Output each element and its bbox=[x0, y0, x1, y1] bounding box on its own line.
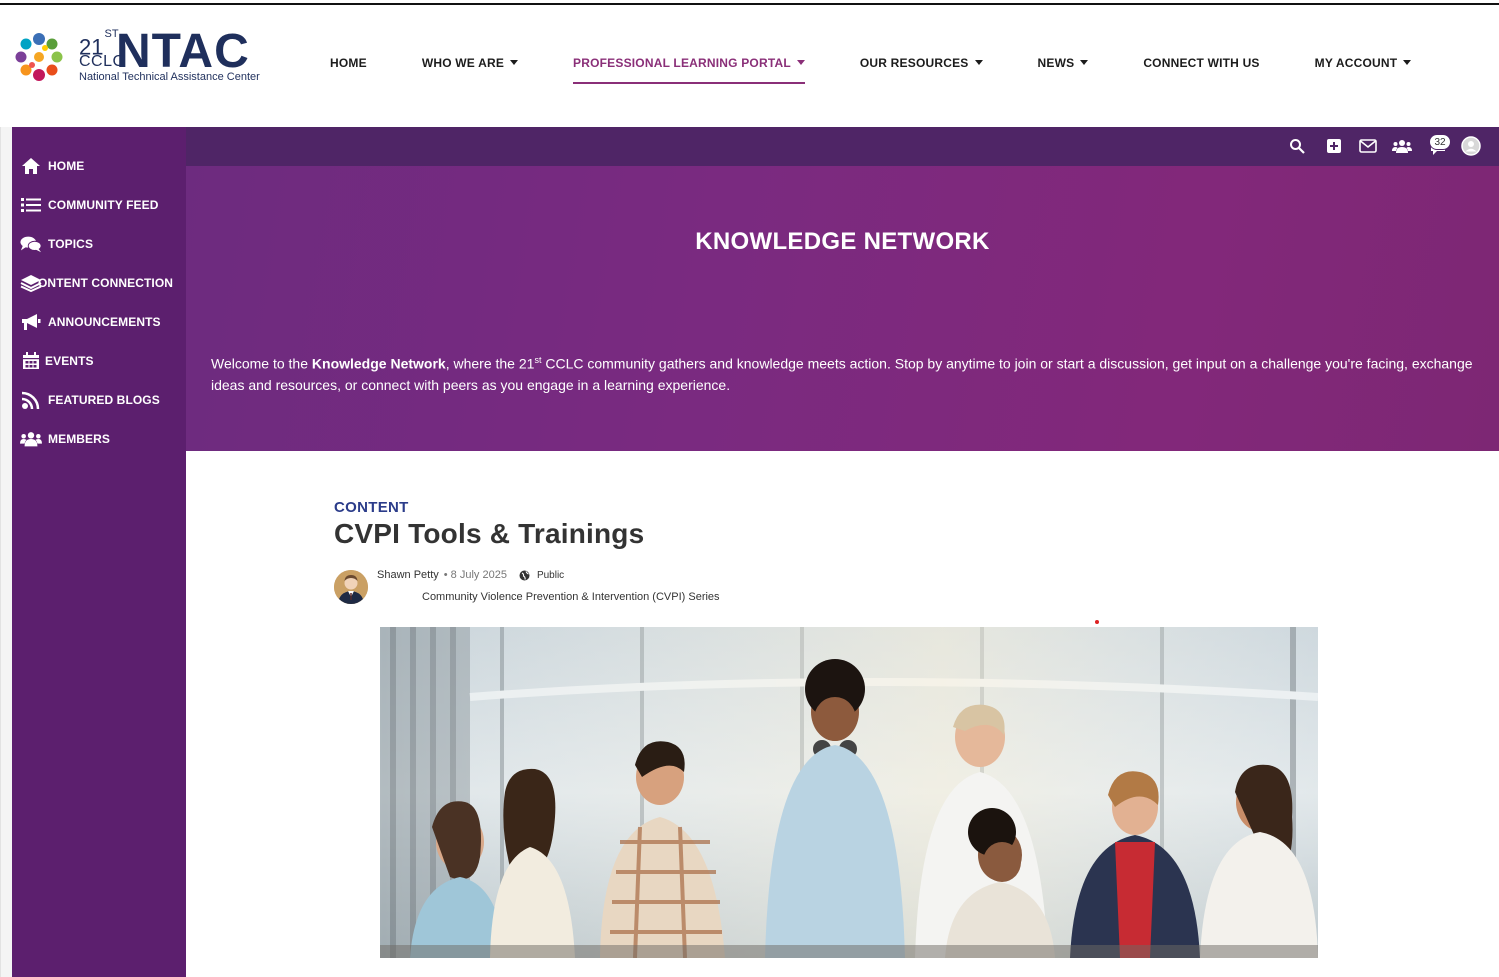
nav-who-label: WHO WE ARE bbox=[421, 56, 505, 70]
logo-subtitle: National Technical Assistance Center bbox=[79, 71, 260, 83]
indicator-dot bbox=[1095, 620, 1099, 624]
logo-mark-icon bbox=[15, 33, 63, 81]
sidebar-item-events[interactable]: EVENTS bbox=[20, 349, 94, 373]
search-icon[interactable] bbox=[1287, 136, 1307, 156]
banner-intro: Welcome to the Knowledge Network, where … bbox=[211, 350, 1481, 396]
add-icon[interactable] bbox=[1324, 136, 1344, 156]
nav-home-label: HOME bbox=[330, 56, 367, 70]
sidebar-item-label: ONTENT CONNECTION bbox=[38, 276, 174, 290]
caret-down-icon bbox=[510, 60, 519, 66]
intro-bold: Knowledge Network bbox=[311, 355, 446, 372]
list-icon bbox=[20, 195, 42, 215]
nav-connect-label: CONNECT WITH US bbox=[1143, 56, 1260, 70]
nav-portal-label: PROFESSIONAL LEARNING PORTAL bbox=[573, 56, 791, 70]
visibility-label: Public bbox=[536, 569, 565, 581]
mail-icon[interactable] bbox=[1358, 136, 1378, 156]
rss-icon bbox=[20, 390, 42, 410]
nav-news-label: NEWS bbox=[1037, 56, 1075, 70]
nav-my-account[interactable]: MY ACCOUNT bbox=[1315, 56, 1412, 70]
sidebar-item-label: MEMBERS bbox=[48, 432, 111, 446]
sidebar-item-topics[interactable]: TOPICS bbox=[20, 232, 93, 256]
sidebar-edge bbox=[0, 127, 12, 977]
main-nav: HOME WHO WE ARE PROFESSIONAL LEARNING PO… bbox=[330, 51, 1412, 84]
sidebar-item-announcements[interactable]: ANNOUNCEMENTS bbox=[20, 310, 161, 334]
sidebar-item-label: EVENTS bbox=[45, 354, 94, 368]
nav-connect-with-us[interactable]: CONNECT WITH US bbox=[1143, 56, 1259, 70]
post-meta: Shawn Petty • 8 July 2025 Public bbox=[377, 569, 564, 581]
nav-our-resources[interactable]: OUR RESOURCES bbox=[860, 56, 983, 70]
post-date: • 8 July 2025 bbox=[443, 569, 507, 581]
author-link[interactable]: Shawn Petty bbox=[377, 569, 439, 581]
profile-icon[interactable] bbox=[1461, 136, 1481, 156]
banner-title: KNOWLEDGE NETWORK bbox=[695, 228, 990, 255]
nav-news[interactable]: NEWS bbox=[1038, 56, 1089, 70]
notification-count-badge: 32 bbox=[1429, 134, 1451, 150]
sidebar-item-label: HOME bbox=[48, 159, 85, 173]
sidebar-item-label: ANNOUNCEMENTS bbox=[48, 315, 161, 329]
site-logo[interactable]: 21ST CCLC NTAC National Technical Assist… bbox=[12, 26, 272, 90]
nav-who-we-are[interactable]: WHO WE ARE bbox=[421, 56, 519, 70]
home-icon bbox=[20, 156, 42, 176]
sidebar-item-label: COMMUNITY FEED bbox=[48, 198, 159, 212]
sidebar-item-label: TOPICS bbox=[48, 237, 94, 251]
post-title: CVPI Tools & Trainings bbox=[334, 518, 645, 549]
caret-down-icon bbox=[1080, 60, 1089, 66]
sidebar-item-home[interactable]: HOME bbox=[20, 154, 84, 178]
sidebar-item-featured-blogs[interactable]: FEATURED BLOGS bbox=[20, 388, 160, 412]
megaphone-icon bbox=[20, 312, 42, 332]
nav-professional-learning-portal[interactable]: PROFESSIONAL LEARNING PORTAL bbox=[573, 56, 805, 84]
hero-image bbox=[380, 627, 1318, 958]
caret-down-icon bbox=[796, 60, 805, 66]
nav-account-label: MY ACCOUNT bbox=[1314, 56, 1398, 70]
intro-text: , where the 21 bbox=[445, 355, 535, 372]
groups-icon[interactable] bbox=[1392, 136, 1412, 156]
visibility: Public bbox=[519, 570, 564, 581]
calendar-icon bbox=[20, 351, 42, 371]
intro-text: Welcome to the bbox=[211, 355, 312, 372]
avatar[interactable] bbox=[334, 570, 368, 604]
site-header: 21ST CCLC NTAC National Technical Assist… bbox=[0, 5, 1499, 123]
knowledge-network-banner: KNOWLEDGE NETWORK Welcome to the Knowled… bbox=[186, 166, 1499, 451]
sidebar-item-members[interactable]: MEMBERS bbox=[20, 427, 110, 451]
chat-bubbles-icon bbox=[20, 234, 42, 254]
sidebar-item-community-feed[interactable]: COMMUNITY FEED bbox=[20, 193, 159, 217]
sidebar-item-content-connection[interactable]: ONTENT CONNECTION bbox=[20, 271, 173, 295]
globe-icon bbox=[519, 570, 530, 580]
sidebar-item-label: FEATURED BLOGS bbox=[48, 393, 160, 407]
community-sidebar: HOME COMMUNITY FEED TOPICS ONTENT CONNEC… bbox=[12, 127, 186, 977]
members-icon bbox=[20, 429, 42, 449]
caret-down-icon bbox=[974, 60, 983, 66]
caret-down-icon bbox=[1403, 60, 1412, 66]
post-series[interactable]: Community Violence Prevention & Interven… bbox=[422, 591, 720, 603]
nav-home[interactable]: HOME bbox=[330, 56, 367, 70]
post-category: CONTENT bbox=[334, 499, 409, 516]
nav-resources-label: OUR RESOURCES bbox=[859, 56, 969, 70]
